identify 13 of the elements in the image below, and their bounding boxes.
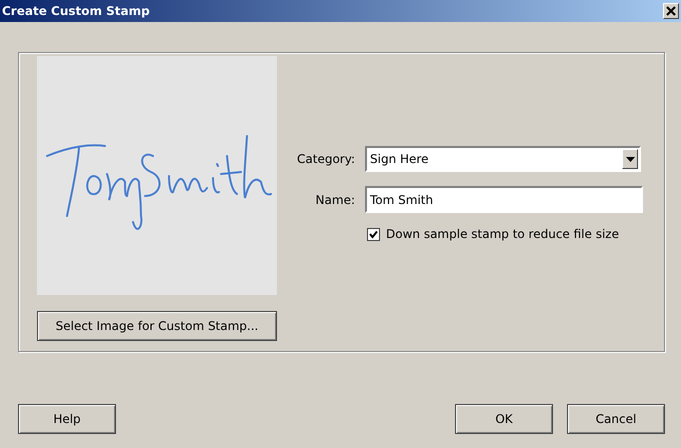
select-image-button[interactable]: Select Image for Custom Stamp... — [37, 311, 277, 341]
name-field[interactable]: Tom Smith — [365, 186, 643, 213]
name-label: Name: — [314, 192, 355, 206]
dialog-button[interactable]: Help — [18, 404, 116, 434]
dialog-button[interactable]: Cancel — [567, 404, 665, 434]
close-icon — [665, 5, 677, 17]
dialog-button[interactable]: OK — [455, 404, 553, 434]
close-button[interactable] — [663, 3, 679, 19]
window-title: Create Custom Stamp — [2, 4, 150, 18]
checkbox[interactable] — [367, 228, 380, 240]
checkbox-label: Down sample stamp to reduce file size — [386, 227, 619, 241]
category-label: Category: — [296, 152, 355, 166]
category-dropdown[interactable]: Sign Here — [365, 146, 641, 172]
